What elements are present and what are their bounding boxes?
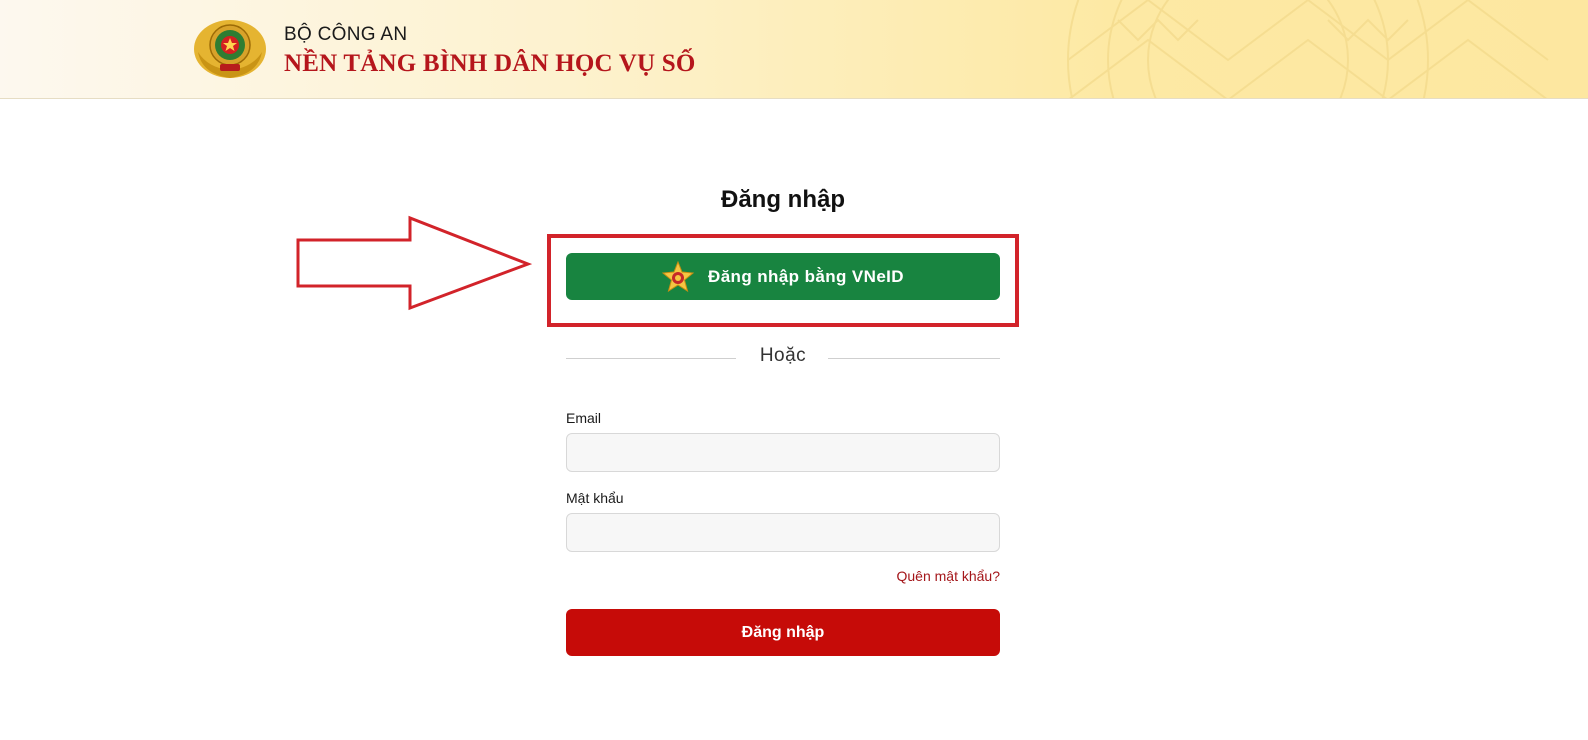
divider-line-right <box>828 358 1000 359</box>
police-emblem-icon <box>194 20 266 78</box>
brand-text: BỘ CÔNG AN NỀN TẢNG BÌNH DÂN HỌC VỤ SỐ <box>284 20 695 78</box>
divider-text: Hoặc <box>759 345 807 366</box>
brand[interactable]: BỘ CÔNG AN NỀN TẢNG BÌNH DÂN HỌC VỤ SỐ <box>192 18 695 80</box>
site-header: BỘ CÔNG AN NỀN TẢNG BÌNH DÂN HỌC VỤ SỐ <box>0 0 1588 99</box>
password-field[interactable] <box>566 513 1000 552</box>
vneid-star-icon <box>662 260 695 292</box>
vneid-button-label: Đăng nhập bằng VNeID <box>708 266 904 286</box>
arrow-right-outline-icon <box>296 215 532 311</box>
password-label: Mật khẩu <box>566 490 624 506</box>
or-divider: Hoặc <box>566 343 1000 373</box>
drum-pattern-decoration <box>1067 0 1549 98</box>
login-submit-button[interactable]: Đăng nhập <box>566 609 1000 656</box>
email-label: Email <box>566 410 602 426</box>
login-title: Đăng nhập <box>721 186 845 213</box>
forgot-password-link[interactable]: Quên mật khẩu? <box>896 568 1000 584</box>
platform-name: NỀN TẢNG BÌNH DÂN HỌC VỤ SỐ <box>284 50 696 77</box>
email-field[interactable] <box>566 433 1000 472</box>
ministry-name: BỘ CÔNG AN <box>284 24 408 45</box>
vneid-login-button[interactable]: Đăng nhập bằng VNeID <box>566 253 1000 300</box>
